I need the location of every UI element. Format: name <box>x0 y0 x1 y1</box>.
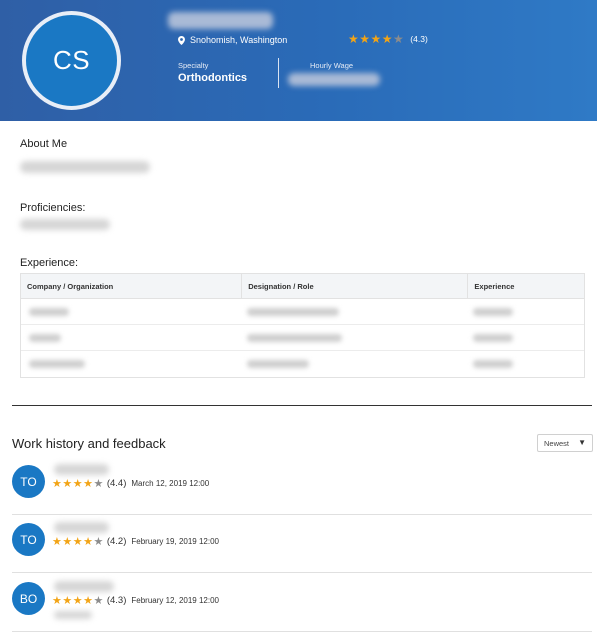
rating-value: (4.3) <box>410 34 428 44</box>
profile-rating: ★★★★★ (4.3) <box>348 32 428 46</box>
feedback-item: TO ★★★★★ (4.4) March 12, 2019 12:00 <box>12 457 592 515</box>
about-text-redacted <box>20 161 150 173</box>
feedback-rating: (4.4) <box>106 478 127 489</box>
role-redacted <box>247 308 340 316</box>
experience-redacted <box>473 334 514 342</box>
location-text: Snohomish, Washington <box>190 35 288 45</box>
specialty-value: Orthodontics <box>178 72 248 84</box>
feedback-date: February 12, 2019 12:00 <box>131 596 219 605</box>
location: Snohomish, Washington <box>178 35 287 45</box>
feedback-meta: ★★★★★ (4.4) March 12, 2019 12:00 <box>52 477 209 490</box>
header-divider <box>278 58 279 88</box>
feedback-avatar: TO <box>12 465 45 498</box>
table-header: Company / Organization Designation / Rol… <box>21 274 584 299</box>
feedback-date: March 12, 2019 12:00 <box>131 479 210 488</box>
company-redacted <box>29 360 85 368</box>
sort-dropdown[interactable]: Newest ▼ <box>537 434 593 452</box>
column-company: Company / Organization <box>27 281 114 291</box>
office-name-redacted <box>54 522 109 533</box>
proficiencies-text-redacted <box>20 219 110 230</box>
table-row <box>21 325 584 351</box>
feedback-meta: ★★★★★ (4.2) February 19, 2019 12:00 <box>52 535 219 548</box>
column-experience: Experience <box>467 274 584 298</box>
about-heading: About Me <box>20 138 68 150</box>
sort-value: Newest <box>544 438 570 448</box>
reviewer-redacted <box>54 611 92 619</box>
location-pin-icon <box>178 35 185 45</box>
feedback-item: TO ★★★★★ (4.2) February 19, 2019 12:00 <box>12 515 592 573</box>
role-redacted <box>247 360 310 368</box>
feedback-rating: (4.3) <box>106 595 127 606</box>
feedback-rating: (4.2) <box>106 536 127 547</box>
table-row <box>21 299 584 325</box>
profile-header: CS Snohomish, Washington ★★★★★ (4.3) Spe… <box>0 0 597 121</box>
profile-avatar: CS <box>22 11 121 110</box>
rating-stars-icon: ★★★★★ <box>348 32 405 46</box>
work-history-heading: Work history and feedback <box>12 436 166 451</box>
hourly-wage-label: Hourly Wage <box>310 61 354 70</box>
profile-name-redacted <box>168 12 273 29</box>
office-name-redacted <box>54 464 109 475</box>
feedback-meta: ★★★★★ (4.3) February 12, 2019 12:00 <box>52 594 219 607</box>
feedback-date: February 19, 2019 12:00 <box>131 537 219 546</box>
hourly-wage-redacted <box>288 73 380 86</box>
company-redacted <box>29 334 61 342</box>
office-name-redacted <box>54 581 114 592</box>
company-redacted <box>29 308 69 316</box>
specialty-label: Specialty <box>178 61 209 70</box>
column-role: Designation / Role <box>241 274 467 298</box>
feedback-avatar: BO <box>12 582 45 615</box>
section-divider <box>12 405 592 406</box>
experience-redacted <box>473 308 514 316</box>
rating-stars-icon: ★★★★★ <box>52 478 104 490</box>
experience-table: Company / Organization Designation / Rol… <box>20 273 585 378</box>
role-redacted <box>247 334 343 342</box>
rating-stars-icon: ★★★★★ <box>52 595 104 607</box>
table-row <box>21 351 584 377</box>
feedback-item: BO ★★★★★ (4.3) February 12, 2019 12:00 <box>12 574 592 632</box>
rating-stars-icon: ★★★★★ <box>52 536 104 548</box>
experience-redacted <box>473 360 514 368</box>
experience-heading: Experience: <box>20 257 79 269</box>
proficiencies-heading: Proficiencies: <box>20 202 86 214</box>
feedback-avatar: TO <box>12 523 45 556</box>
chevron-down-icon: ▼ <box>578 438 586 447</box>
